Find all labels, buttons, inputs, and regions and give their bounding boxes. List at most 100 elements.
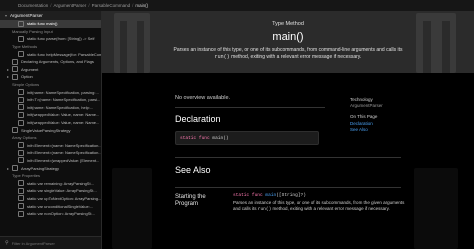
method-icon	[18, 149, 24, 156]
see-also-params: ([String]?)	[276, 193, 306, 198]
sidebar-item[interactable]: init(name: NameSpecification, parsing:..…	[0, 88, 101, 96]
hero-banner: Type Method main() Parses an instance of…	[102, 11, 474, 73]
sidebar-item[interactable]: SingleValueParsingStrategy	[0, 126, 101, 134]
sidebar-item-label: static var remaining: ArrayParsingSt...	[27, 180, 94, 186]
see-also-desc-code: run()	[257, 207, 272, 212]
sidebar-section-header: Array Options	[0, 134, 101, 142]
method-icon	[18, 142, 24, 149]
navigator-filter-bar: ⚲	[0, 236, 101, 249]
sidebar-item[interactable]: ▸ Option	[0, 73, 101, 81]
declaration-title: Declaration	[175, 114, 221, 124]
see-also-group-title: Starting the Program	[175, 194, 206, 207]
sidebar-section-header: Manually Parsing Input	[0, 28, 101, 36]
divider	[175, 107, 325, 108]
sidebar-item-label: init<T>(name: NameSpecification, parsi..…	[27, 97, 101, 103]
see-also-signature-link[interactable]: static func main([String]?)	[233, 193, 413, 199]
method-icon	[18, 157, 24, 164]
see-also-title: See Also	[175, 165, 211, 175]
technology-value[interactable]: ArgumentParser	[350, 103, 383, 109]
breadcrumb-documentation[interactable]: Documentation	[18, 3, 48, 8]
struct-icon	[12, 127, 18, 134]
documentation-body: No overview available. Technology Argume…	[102, 73, 474, 249]
abstract-text-end: method, exiting with a relevant error me…	[229, 53, 362, 60]
property-icon	[18, 180, 24, 187]
sidebar-item-label: init<Element>(name: NameSpecification...	[27, 150, 101, 156]
struct-icon	[12, 73, 18, 80]
article-icon	[12, 58, 18, 65]
sidebar-item[interactable]: static func main()	[0, 20, 101, 28]
sidebar-item-label: init<Element>(wrappedValue: [Element...	[27, 157, 100, 163]
sidebar-item-label: init(wrappedValue: Value, name: Name...	[27, 120, 100, 126]
struct-icon	[12, 165, 18, 172]
property-icon	[18, 203, 24, 210]
breadcrumb-argumentparser[interactable]: ArgumentParser	[54, 3, 87, 8]
sidebar-section-header: Type Properties	[0, 172, 101, 180]
navigator-filter-input[interactable]	[11, 240, 82, 246]
sidebar-item-label: static var upToNextOption: ArrayParsing.…	[27, 195, 101, 201]
sidebar-item-label: ArrayParsingStrategy	[21, 165, 60, 171]
property-icon	[18, 195, 24, 202]
sidebar-item[interactable]: static var singleValue: ArrayParsingSt..…	[0, 187, 101, 195]
method-icon	[18, 104, 24, 111]
breadcrumb-parsablecommand[interactable]: ParsableCommand	[92, 3, 131, 8]
see-also-description: Parses an instance of this type, or one …	[233, 200, 413, 213]
sidebar-item-label: static func main()	[27, 21, 58, 27]
declaration-keywords: static func	[180, 135, 210, 141]
sidebar-item[interactable]: static var nonOption: ArrayParsingSt...	[0, 210, 101, 218]
breadcrumb-separator: /	[132, 3, 134, 8]
method-icon	[18, 51, 24, 58]
see-also-symbol-name: main	[265, 193, 277, 198]
sidebar-item[interactable]: static func parse(from: [String]) -> Sel…	[0, 35, 101, 43]
navigator-header[interactable]: ▾ ArgumentParser	[0, 11, 101, 20]
method-icon	[18, 20, 24, 27]
page-aside: Technology ArgumentParser On This Page D…	[350, 97, 383, 133]
property-icon	[18, 187, 24, 194]
divider	[175, 157, 401, 158]
breadcrumb-separator: /	[88, 3, 90, 8]
sidebar-item-label: static var nonOption: ArrayParsingSt...	[27, 211, 95, 217]
see-also-keywords: static func	[233, 193, 263, 198]
sidebar-item[interactable]: init<Element>(name: NameSpecification...	[0, 142, 101, 150]
method-icon	[18, 89, 24, 96]
see-also-desc-text-end: method, exiting with a relevant error me…	[271, 206, 390, 211]
sidebar-item[interactable]: init<Element>(name: NameSpecification...	[0, 149, 101, 157]
property-icon	[18, 210, 24, 217]
sidebar-item-label: Declaring Arguments, Options, and Flags	[21, 59, 94, 65]
sidebar-item[interactable]: init(wrappedValue: Value, name: Name...	[0, 111, 101, 119]
sidebar-item-label: Simple Options	[12, 82, 40, 88]
sidebar-item-label: static var singleValue: ArrayParsingSt..…	[27, 188, 97, 194]
sidebar-item[interactable]: init<Element>(wrappedValue: [Element...	[0, 157, 101, 165]
method-icon	[18, 111, 24, 118]
method-icon	[18, 35, 24, 42]
on-this-page-see-also-link[interactable]: See Also	[350, 127, 383, 133]
method-icon	[18, 119, 24, 126]
declaration-symbol: main()	[212, 135, 229, 141]
chevron-right-icon[interactable]: ▸	[7, 166, 11, 171]
see-also-entry: static func main([String]?) Parses an in…	[233, 193, 413, 213]
struct-icon	[12, 66, 18, 73]
sidebar-item-label: Type Properties	[12, 173, 41, 179]
breadcrumb-current: main()	[135, 3, 149, 8]
sidebar-item[interactable]: static var upToNextOption: ArrayParsing.…	[0, 195, 101, 203]
sidebar-item-label: init(wrappedValue: Value, name: Name...	[27, 112, 100, 118]
sidebar-item[interactable]: Declaring Arguments, Options, and Flags	[0, 58, 101, 66]
chevron-right-icon[interactable]: ▸	[7, 74, 11, 79]
chevron-right-icon[interactable]: ▸	[7, 67, 11, 72]
main-content: Type Method main() Parses an instance of…	[102, 11, 474, 249]
sidebar-item-label: init(name: NameSpecification, parsing:..…	[27, 89, 99, 95]
sidebar-item[interactable]: static func helpMessage(for: ParsableCom…	[0, 50, 101, 58]
sidebar-item[interactable]: static var remaining: ArrayParsingSt...	[0, 179, 101, 187]
divider	[175, 187, 401, 188]
sidebar-item[interactable]: ▸ ArrayParsingStrategy	[0, 164, 101, 172]
navigator-list: static func main() Manually Parsing Input…	[0, 20, 101, 217]
sidebar-item-label: Argument	[21, 66, 39, 72]
navigator-title: ArgumentParser	[10, 13, 43, 18]
sidebar-item[interactable]: init(name: NameSpecification, help:...	[0, 104, 101, 112]
sidebar-item[interactable]: ▸ Argument	[0, 66, 101, 74]
sidebar-section-header: Type Methods	[0, 43, 101, 51]
sidebar-item[interactable]: init<T>(name: NameSpecification, parsi..…	[0, 96, 101, 104]
sidebar-item[interactable]: init(wrappedValue: Value, name: Name...	[0, 119, 101, 127]
sidebar-item[interactable]: static var unconditionalSingleValue:...	[0, 202, 101, 210]
abstract: Parses an instance of this type, or one …	[172, 47, 404, 60]
breadcrumb: Documentation / ArgumentParser / ParsableCom…	[18, 3, 148, 8]
